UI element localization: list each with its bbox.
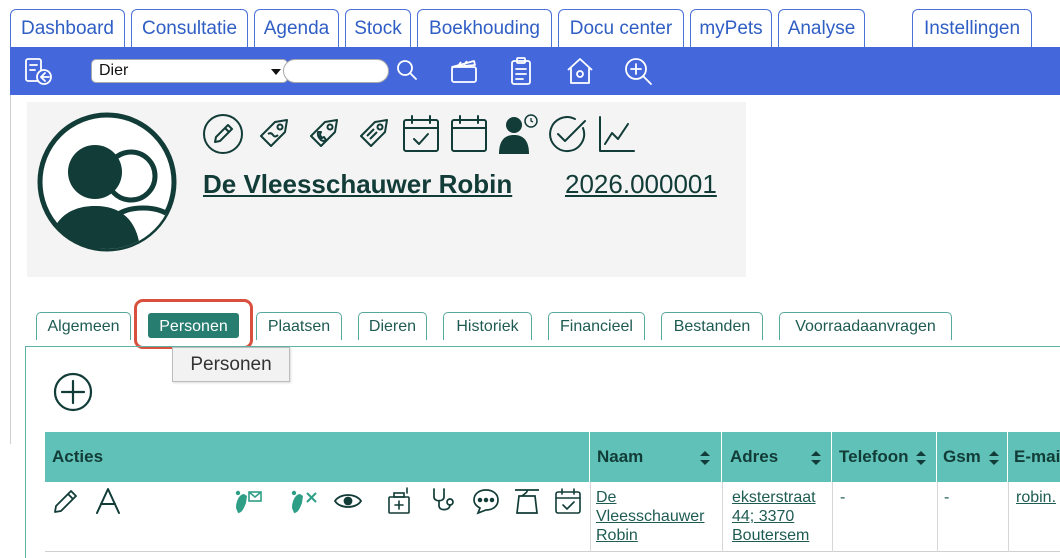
tab-historiek[interactable]: Historiek <box>443 312 532 340</box>
cell-divider <box>1008 482 1009 552</box>
divider <box>10 95 11 444</box>
search-input[interactable] <box>283 59 389 83</box>
scale-icon[interactable] <box>512 486 542 516</box>
tab-algemeen[interactable]: Algemeen <box>36 312 131 340</box>
calendar-check-icon[interactable] <box>399 112 443 156</box>
patient-name-link[interactable]: De Vleesschauwer Robin <box>203 169 512 200</box>
chevron-down-icon <box>271 69 281 75</box>
sort-icon <box>810 450 821 465</box>
person-clock-icon[interactable] <box>495 112 539 156</box>
top-navigation: Dashboard Consultatie Agenda Stock Boekh… <box>0 0 1060 47</box>
cell-divider <box>590 482 591 552</box>
column-header-label: Gsm <box>943 447 981 466</box>
tooltip: Personen <box>172 347 290 382</box>
table-row <box>45 552 1060 558</box>
calendar-check-icon[interactable] <box>553 486 583 516</box>
person-name-link[interactable]: De Vleesschauwer Robin <box>596 488 705 545</box>
clapperboard-icon[interactable] <box>448 55 480 87</box>
back-list-icon[interactable] <box>22 55 54 87</box>
column-header-label: Telefoon <box>839 447 909 466</box>
patient-id-link[interactable]: 2026.000001 <box>565 169 717 200</box>
tab-plaatsen[interactable]: Plaatsen <box>256 312 342 340</box>
column-header-adres[interactable]: Adres <box>722 432 832 482</box>
column-header-email[interactable]: E-mai <box>1008 432 1060 482</box>
nav-tab-analyse[interactable]: Analyse <box>778 9 865 47</box>
column-header-label: Naam <box>597 447 644 466</box>
calendar-icon[interactable] <box>447 112 491 156</box>
tab-financieel[interactable]: Financieel <box>548 312 645 340</box>
nav-tab-consultatie[interactable]: Consultatie <box>131 9 248 47</box>
column-header-telefoon[interactable]: Telefoon <box>832 432 937 482</box>
tab-bestanden[interactable]: Bestanden <box>661 312 763 340</box>
cell-divider <box>937 482 938 552</box>
sort-icon <box>916 450 927 465</box>
home-icon[interactable] <box>564 55 596 87</box>
cell-divider <box>722 482 723 552</box>
telefoon-value: - <box>840 489 846 506</box>
sort-icon <box>988 450 999 465</box>
table-row: De Vleesschauwer Robin eksterstraat 44; … <box>45 482 1060 552</box>
phone-tag-icon[interactable] <box>301 112 345 156</box>
eye-icon[interactable] <box>333 486 363 516</box>
address-line: Boutersem <box>732 527 810 544</box>
gsm-value: - <box>944 489 950 506</box>
nav-tab-stock[interactable]: Stock <box>345 9 411 47</box>
name-line: Robin <box>596 527 638 544</box>
stethoscope-icon[interactable] <box>428 486 458 516</box>
foot-remove-icon[interactable] <box>289 486 319 516</box>
edit-icon[interactable] <box>51 486 81 516</box>
tab-voorraadaanvragen[interactable]: Voorraadaanvragen <box>779 312 952 340</box>
line-chart-icon[interactable] <box>595 112 639 156</box>
add-person-button[interactable] <box>53 372 93 412</box>
medicine-bottle-icon[interactable] <box>385 486 415 516</box>
nav-tab-docu-center[interactable]: Docu center <box>558 9 684 47</box>
edit-icon[interactable] <box>201 112 245 156</box>
tag-icon[interactable] <box>251 112 295 156</box>
search-icon[interactable] <box>394 57 420 83</box>
cell-divider <box>832 482 833 552</box>
nav-tab-agenda[interactable]: Agenda <box>254 9 339 47</box>
table-header: Acties Naam Adres Telefoon Gsm E-mai <box>45 432 1060 482</box>
column-header-naam[interactable]: Naam <box>590 432 722 482</box>
chat-icon[interactable] <box>471 486 501 516</box>
toolbar: Dier <box>10 47 1060 95</box>
tab-dieren[interactable]: Dieren <box>358 312 427 340</box>
clipboard-icon[interactable] <box>505 55 537 87</box>
nav-tab-mypets[interactable]: myPets <box>690 9 772 47</box>
font-icon[interactable] <box>93 486 123 516</box>
column-header-label: Acties <box>52 447 104 466</box>
sort-icon <box>700 450 711 465</box>
name-line: Vleesschauwer <box>596 508 705 525</box>
nav-tab-boekhouding[interactable]: Boekhouding <box>417 9 552 47</box>
address-line: eksterstraat <box>732 489 816 506</box>
patient-card: De Vleesschauwer Robin 2026.000001 <box>27 102 746 277</box>
focus-highlight <box>134 299 253 349</box>
name-line: De <box>596 489 617 506</box>
column-header-acties: Acties <box>45 432 590 482</box>
foot-mail-icon[interactable] <box>233 486 263 516</box>
price-tag-icon[interactable] <box>351 112 395 156</box>
avatar-group-icon <box>37 112 177 252</box>
column-header-label: E-mai <box>1014 447 1060 466</box>
nav-tab-dashboard[interactable]: Dashboard <box>10 9 125 47</box>
column-header-gsm[interactable]: Gsm <box>937 432 1008 482</box>
column-header-label: Adres <box>730 447 779 466</box>
email-text: robin. <box>1016 489 1057 506</box>
nav-tab-instellingen[interactable]: Instellingen <box>912 9 1032 47</box>
address-line: 44; 3370 <box>732 508 795 525</box>
email-link[interactable]: robin. <box>1016 488 1056 507</box>
address-link[interactable]: eksterstraat 44; 3370 Boutersem <box>732 488 816 545</box>
entity-select[interactable]: Dier <box>91 59 288 83</box>
check-circle-icon[interactable] <box>545 112 589 156</box>
entity-select-value: Dier <box>99 62 129 79</box>
zoom-in-icon[interactable] <box>622 55 654 87</box>
